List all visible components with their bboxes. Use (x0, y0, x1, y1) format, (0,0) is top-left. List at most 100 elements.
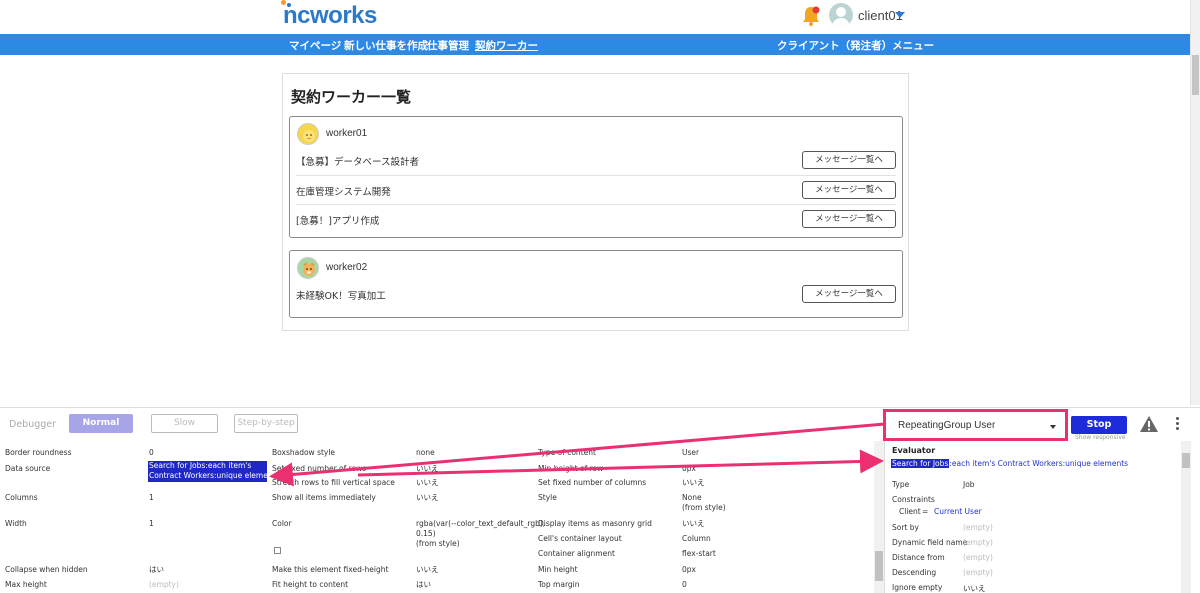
contract-workers-panel: 契約ワーカー一覧 worker01 【急募】データベース設計者 メッセージ一覧へ… (282, 73, 909, 331)
message-list-button[interactable]: メッセージ一覧へ (802, 210, 896, 228)
prop-label: Container alignment (538, 549, 615, 558)
prop-label: Set fixed number of rows (272, 464, 367, 473)
nav-item-new-job[interactable]: 新しい仕事を作成 (344, 38, 428, 53)
worker-name: worker02 (326, 262, 368, 273)
inspect-element-highlight: RepeatingGroup User (883, 409, 1068, 441)
worker-name: worker01 (326, 128, 368, 139)
page-title: 契約ワーカー一覧 (291, 88, 412, 106)
eval-row-label: Descending (892, 568, 937, 577)
prop-value: いいえ (682, 519, 705, 528)
properties-scrollbar[interactable] (874, 441, 884, 593)
message-list-button[interactable]: メッセージ一覧へ (802, 151, 896, 169)
prop-label: Type of content (538, 448, 596, 457)
prop-label: Cell's container layout (538, 534, 622, 543)
eval-row-value: (empty) (963, 538, 993, 547)
prop-value: はい (149, 565, 164, 574)
evaluator-scrollbar[interactable] (1181, 441, 1191, 593)
prop-value: rgba(var(--color_text_default_rgb), 0.15… (416, 519, 546, 548)
prop-value: いいえ (682, 478, 705, 487)
prop-label: Min height of row (538, 464, 604, 473)
prop-value: 1 (149, 493, 154, 502)
prop-label: Color (272, 519, 292, 528)
evaluator-panel: Evaluator Search for Jobs:each item's Co… (884, 441, 1200, 593)
prop-label: Data source (5, 464, 51, 473)
prop-label: Min height (538, 565, 578, 574)
worker-group: worker01 【急募】データベース設計者 メッセージ一覧へ 在庫管理システム… (289, 116, 903, 238)
data-source-value[interactable]: Search for Jobs:each item's Contract Wor… (148, 461, 279, 482)
chevron-down-icon[interactable] (895, 12, 905, 18)
job-row: [急募！]アプリ作成 メッセージ一覧へ (296, 204, 896, 233)
nav-client-menu[interactable]: クライアント（発注者）メニュー (777, 38, 934, 53)
type-value: Job (963, 480, 975, 489)
prop-label: Collapse when hidden (5, 565, 88, 574)
prop-value: None (from style) (682, 493, 726, 512)
prop-value: いいえ (416, 464, 439, 473)
eval-row-label: Dynamic field name (892, 538, 968, 547)
element-properties: Border roundness 0 Data source Search fo… (0, 441, 884, 593)
prop-label: Columns (5, 493, 38, 502)
job-title: 未経験OK！写真加工 (296, 291, 386, 302)
user-avatar[interactable] (829, 3, 853, 27)
show-responsive-link[interactable]: Show responsive (1075, 434, 1126, 441)
normal-mode-button[interactable]: Normal (69, 414, 133, 433)
nav-item-contract-workers[interactable]: 契約ワーカー (475, 38, 538, 53)
constraint-value[interactable]: Current User (934, 507, 982, 516)
eval-row-value: いいえ (963, 584, 986, 593)
more-options-icon[interactable] (1176, 417, 1180, 431)
expression-rest[interactable]: :each item's Contract Workers:unique ele… (949, 459, 1128, 468)
prop-value: User (682, 448, 700, 457)
prop-label: Stretch rows to fill vertical space (272, 478, 395, 487)
main-nav: マイページ 新しい仕事を作成 仕事管理 契約ワーカー クライアント（発注者）メニ… (0, 34, 1190, 55)
page-scrollbar[interactable] (1190, 0, 1200, 405)
debugger-toolbar: Debugger Normal Slow Step-by-step Repeat… (0, 408, 1200, 441)
prop-value: 0px (682, 565, 696, 574)
prop-value: none (416, 448, 435, 457)
nav-item-mypage[interactable]: マイページ (289, 38, 341, 53)
job-title: [急募！]アプリ作成 (296, 216, 380, 227)
prop-label: Show all items immediately (272, 493, 376, 502)
warning-icon[interactable] (1140, 416, 1158, 432)
prop-label: Display items as masonry grid (538, 519, 652, 528)
inspect-element-select[interactable]: RepeatingGroup User (890, 416, 1061, 435)
job-title: 在庫管理システム開発 (296, 187, 391, 198)
debugger-label: Debugger (9, 419, 57, 430)
prop-label: Width (5, 519, 27, 528)
evaluator-title: Evaluator (892, 446, 936, 455)
prop-value: いいえ (416, 478, 439, 487)
slow-mode-button[interactable]: Slow (151, 414, 218, 433)
prop-value: いいえ (416, 565, 439, 574)
nav-item-job-management[interactable]: 仕事管理 (427, 38, 469, 53)
constraints-label: Constraints (892, 495, 935, 504)
eval-row-value: (empty) (963, 523, 993, 532)
step-mode-button[interactable]: Step-by-step (234, 414, 298, 433)
dropdown-caret-icon[interactable] (1050, 425, 1056, 429)
job-row: 在庫管理システム開発 メッセージ一覧へ (296, 175, 896, 204)
prop-label: Border roundness (5, 448, 72, 457)
constraint-field: Client (899, 507, 921, 516)
eval-row-value: (empty) (963, 568, 993, 577)
worker-avatar (297, 257, 319, 279)
worker-group: worker02 未経験OK！写真加工 メッセージ一覧へ (289, 250, 903, 318)
prop-value: いいえ (416, 493, 439, 502)
prop-label: Max height (5, 580, 47, 589)
logo[interactable]: ncworks (283, 2, 377, 30)
job-row: 【急募】データベース設計者 メッセージ一覧へ (296, 146, 896, 175)
prop-value: 0 (149, 448, 154, 457)
message-list-button[interactable]: メッセージ一覧へ (802, 285, 896, 303)
eval-row-value: (empty) (963, 553, 993, 562)
prop-label: Make this element fixed-height (272, 565, 389, 574)
color-swatch (274, 547, 281, 554)
message-list-button[interactable]: メッセージ一覧へ (802, 181, 896, 199)
prop-value: 0px (682, 464, 696, 473)
prop-label: Set fixed number of columns (538, 478, 647, 487)
bell-icon[interactable] (801, 5, 821, 27)
prop-value: はい (416, 580, 431, 589)
job-title: 【急募】データベース設計者 (296, 157, 420, 168)
prop-label: Top margin (538, 580, 580, 589)
constraint-operator: = (922, 507, 929, 516)
evaluator-expression[interactable]: Search for Jobs:each item's Contract Wor… (891, 459, 1128, 468)
stop-button[interactable]: Stop (1071, 416, 1127, 434)
expression-highlight[interactable]: Search for Jobs (891, 459, 950, 468)
prop-value: (empty) (149, 580, 179, 589)
debugger-panel: Debugger Normal Slow Step-by-step Repeat… (0, 407, 1200, 593)
